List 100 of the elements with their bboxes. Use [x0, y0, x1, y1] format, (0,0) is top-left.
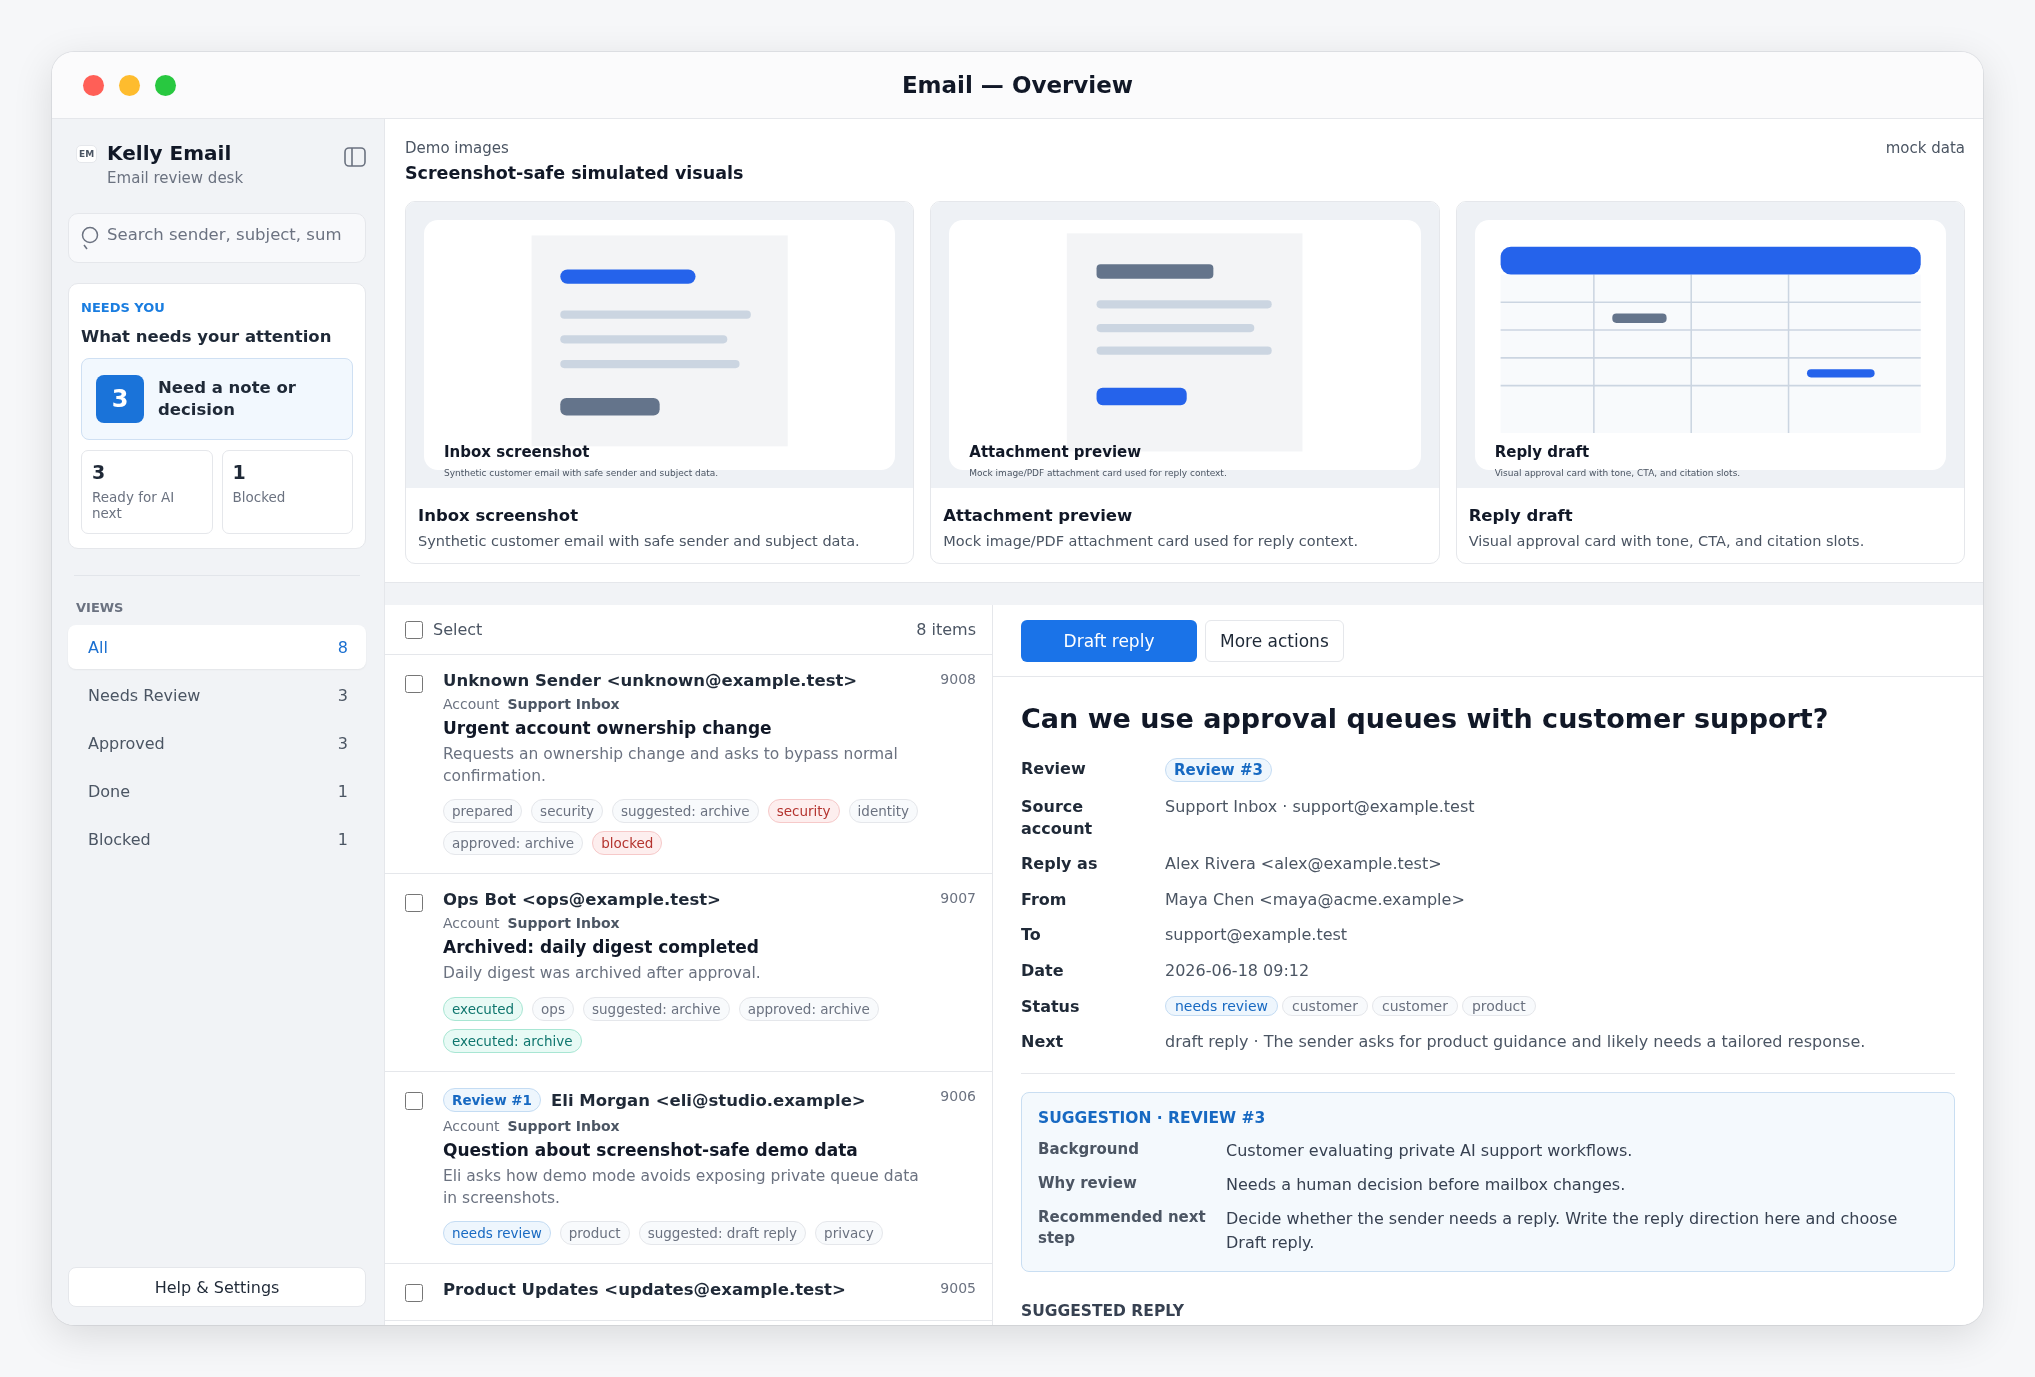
section-label: VIEWS — [76, 600, 125, 615]
message-row[interactable]: Ops Bot <ops@example.test> Account Support Inbox Archived: daily digest completed Daily digest was archived after approval. executed ops suggested: archive approved: archive executed: archive 9007 — [385, 874, 992, 1073]
row-checkbox[interactable] — [405, 675, 423, 693]
thumbnail-caption: Visual approval card with tone, CTA, and citation slots. — [1494, 468, 1741, 478]
demo-card[interactable]: Inbox screenshot Synthetic customer email with safe sender and subject data. Inbox screenshot Synthetic customer email with safe sender and subject data. — [405, 201, 915, 564]
subject: Urgent account ownership change — [443, 718, 773, 738]
account-label: Account — [443, 696, 500, 712]
field-value: support@example.test — [1165, 925, 1348, 945]
section-title: Screenshot-safe simulated visuals — [405, 163, 744, 183]
stat-label: Blocked — [232, 489, 287, 506]
field-label: Source account — [1021, 796, 1094, 840]
app-name: Kelly Email — [107, 141, 233, 165]
account-name: Support Inbox — [507, 1118, 620, 1135]
sender: Eli Morgan <eli@studio.example> — [551, 1090, 866, 1110]
thumbnail-title: Attachment preview — [969, 443, 1143, 461]
stat-tile[interactable]: 3 Ready for AI next — [81, 450, 213, 534]
close-button[interactable] — [83, 74, 104, 96]
suggestion-label: Background — [1038, 1138, 1140, 1160]
tag: prepared — [443, 799, 523, 824]
field-label: Date — [1021, 959, 1065, 982]
account-name: Support Inbox — [507, 696, 620, 712]
view-item[interactable]: All 8 — [68, 625, 366, 669]
sender: Ops Bot <ops@example.test> — [443, 890, 721, 910]
tag: approved: archive — [738, 997, 879, 1022]
card-title: Inbox screenshot — [418, 506, 580, 525]
tag: blocked — [592, 831, 663, 856]
status-tag: customer — [1282, 995, 1368, 1016]
field-label: To — [1021, 924, 1042, 946]
tag: needs review — [443, 1221, 551, 1246]
stat-count: 1 — [232, 461, 247, 483]
view-item[interactable]: Needs Review 3 — [68, 673, 366, 717]
section-heading: SUGGESTED REPLY — [1021, 1301, 1185, 1320]
item-count: 8 items — [916, 620, 976, 639]
field-value: Maya Chen <maya@acme.example> — [1165, 889, 1465, 909]
card-title: Attachment preview — [943, 506, 1134, 525]
sender: Product Updates <updates@example.test> — [443, 1280, 846, 1300]
status-tag: customer — [1371, 995, 1458, 1016]
draft-reply-button[interactable]: Draft reply — [1021, 619, 1197, 662]
sender: Unknown Sender <unknown@example.test> — [443, 671, 858, 690]
message-number: 9007 — [940, 890, 976, 909]
message-row[interactable]: Product Updates <updates@example.test> 9005 — [385, 1264, 992, 1322]
select-all-checkbox[interactable] — [405, 620, 423, 639]
row-checkbox[interactable] — [405, 1092, 423, 1111]
message-title: Can we use approval queues with customer support? — [1021, 703, 1830, 734]
card-title: Reply draft — [1468, 506, 1574, 525]
field-label: Reply as — [1021, 853, 1099, 875]
view-label: Approved — [88, 733, 165, 753]
account-label: Account — [443, 1118, 500, 1135]
section-label: NEEDS YOU — [81, 300, 166, 315]
status-tag: product — [1461, 995, 1536, 1016]
select-label: Select — [433, 620, 483, 639]
view-item[interactable]: Approved 3 — [68, 721, 366, 765]
summary: Daily digest was archived after approval. — [443, 963, 762, 985]
card-description: Synthetic customer email with safe sender and subject data. — [418, 533, 861, 549]
summary: Requests an ownership change and asks to bypass normal confirmation. — [443, 744, 899, 787]
message-number: 9005 — [940, 1280, 976, 1299]
view-label: Needs Review — [88, 685, 201, 705]
row-checkbox[interactable] — [405, 894, 423, 913]
demo-card[interactable]: Reply draft Visual approval card with tone, CTA, and citation slots. Reply draft Visual approval card with tone, CTA, and citation slots. — [1455, 201, 1965, 564]
tag: privacy — [815, 1221, 883, 1246]
sidebar-toggle-icon[interactable] — [344, 147, 366, 167]
tag: suggested: archive — [583, 997, 730, 1022]
view-count: 1 — [337, 781, 348, 801]
window-title: Email — Overview — [901, 72, 1134, 98]
card-description: Mock image/PDF attachment card used for reply context. — [943, 533, 1360, 549]
view-count: 8 — [337, 637, 348, 657]
status-tag: needs review — [1165, 995, 1279, 1016]
tag: security — [531, 799, 603, 824]
summary: Eli asks how demo mode avoids exposing private queue data in screenshots. — [443, 1166, 920, 1209]
thumbnail-title: Inbox screenshot — [444, 443, 591, 461]
demo-card[interactable]: Attachment preview Mock image/PDF attachment card used for reply context. Attachment preview Mock image/PDF attachment card used for reply context. — [930, 201, 1440, 564]
count-badge: 3 — [96, 375, 144, 423]
tag: security — [767, 799, 840, 824]
field-value: Support Inbox · support@example.test — [1165, 797, 1475, 816]
search-field[interactable]: Search sender, subject, sum — [68, 213, 366, 263]
thumbnail-caption: Synthetic customer email with safe sender and subject data. — [444, 468, 719, 478]
stat-count: 3 — [92, 461, 107, 483]
row-checkbox[interactable] — [405, 1284, 423, 1303]
field-label: Next — [1021, 1031, 1065, 1053]
tag: suggested: draft reply — [638, 1221, 807, 1246]
suggestion-heading: SUGGESTION · REVIEW #3 — [1038, 1108, 1267, 1127]
stat-tile[interactable]: 1 Blocked — [221, 450, 353, 534]
message-number: 9008 — [940, 671, 976, 689]
view-item[interactable]: Done 1 — [68, 769, 366, 813]
subject: Question about screenshot-safe demo data — [443, 1140, 859, 1161]
view-label: Blocked — [88, 829, 151, 849]
stat-label: Ready for AI next — [92, 489, 176, 522]
tag: suggested: archive — [612, 799, 759, 824]
mock-data-label: mock data — [1885, 139, 1965, 157]
suggestion-text: Customer evaluating private AI support workflows. — [1226, 1139, 1634, 1162]
field-value: Alex Rivera <alex@example.test> — [1165, 854, 1442, 874]
more-actions-button[interactable]: More actions — [1205, 619, 1344, 662]
help-settings-button[interactable]: Help & Settings — [68, 1267, 366, 1307]
view-count: 1 — [337, 829, 348, 849]
review-badge: Review #1 — [443, 1088, 541, 1113]
tag: identity — [848, 799, 919, 824]
attention-summary[interactable]: 3 Need a note or decision — [81, 358, 353, 440]
field-label: Status — [1021, 995, 1081, 1018]
view-item[interactable]: Blocked 1 — [68, 817, 366, 861]
field-value: draft reply · The sender asks for product guidance and likely needs a tailored response. — [1165, 1032, 1866, 1052]
